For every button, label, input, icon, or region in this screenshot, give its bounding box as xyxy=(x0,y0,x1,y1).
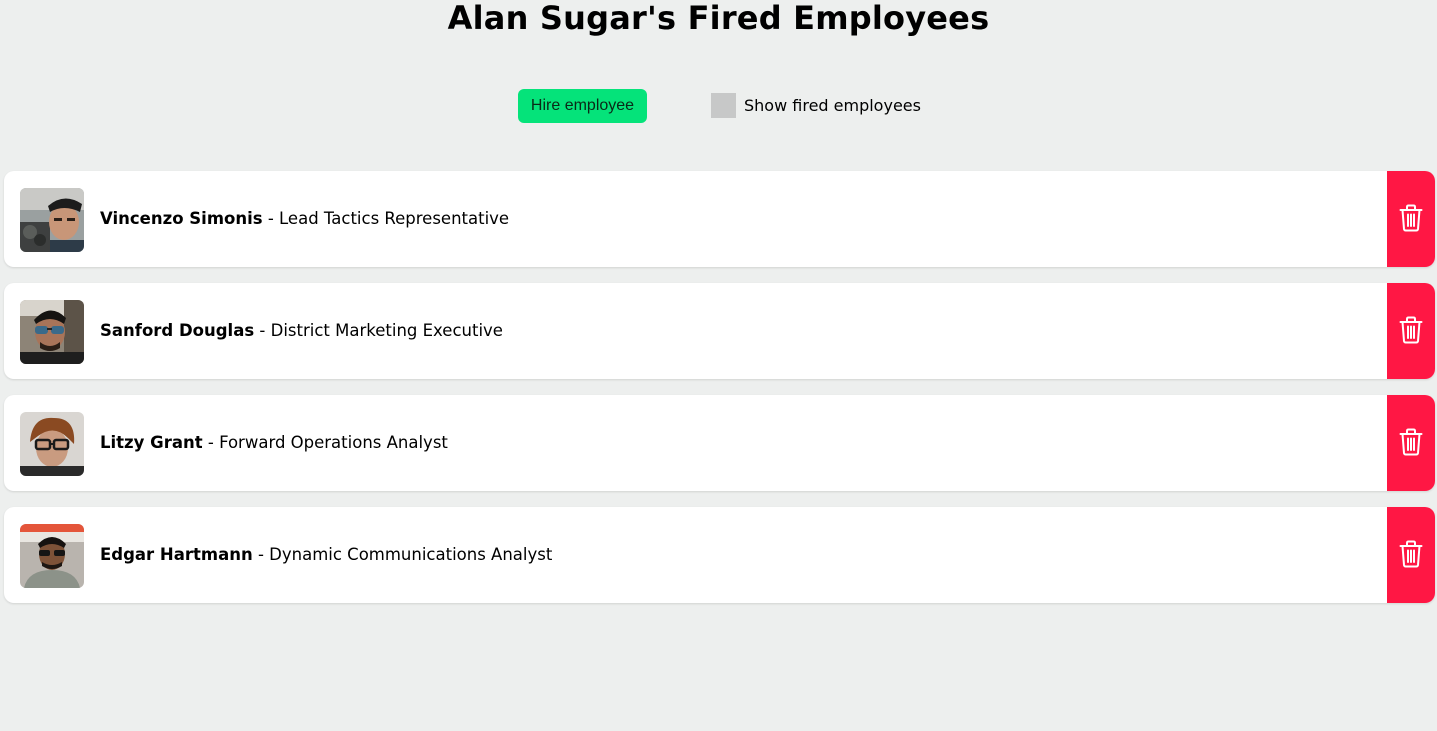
employee-info: Sanford Douglas - District Marketing Exe… xyxy=(100,321,503,341)
trash-icon xyxy=(1399,540,1423,571)
employee-avatar xyxy=(20,524,84,588)
employee-avatar xyxy=(20,300,84,364)
trash-icon xyxy=(1399,428,1423,459)
employee-separator: - xyxy=(262,209,280,228)
employee-info: Vincenzo Simonis - Lead Tactics Represen… xyxy=(100,209,509,229)
employee-job-title: Lead Tactics Representative xyxy=(279,209,510,228)
page-title: Alan Sugar's Fired Employees xyxy=(447,0,990,37)
delete-employee-button[interactable] xyxy=(1387,395,1435,491)
employee-name: Litzy Grant xyxy=(100,433,203,452)
employee-name: Vincenzo Simonis xyxy=(100,209,263,228)
trash-icon xyxy=(1399,316,1423,347)
employee-job-title: Dynamic Communications Analyst xyxy=(269,545,553,564)
employee-list: Vincenzo Simonis - Lead Tactics Represen… xyxy=(4,171,1435,619)
employee-info: Edgar Hartmann - Dynamic Communications … xyxy=(100,545,552,565)
show-fired-label: Show fired employees xyxy=(744,96,921,115)
hire-employee-button[interactable]: Hire employee xyxy=(518,89,647,123)
controls-bar: Hire employee Show fired employees xyxy=(0,89,1437,123)
employee-separator: - xyxy=(252,545,270,564)
show-fired-toggle[interactable]: Show fired employees xyxy=(711,93,921,118)
delete-employee-button[interactable] xyxy=(1387,171,1435,267)
employee-row: Vincenzo Simonis - Lead Tactics Represen… xyxy=(4,171,1435,267)
employee-avatar xyxy=(20,412,84,476)
delete-employee-button[interactable] xyxy=(1387,283,1435,379)
employee-name: Edgar Hartmann xyxy=(100,545,253,564)
delete-employee-button[interactable] xyxy=(1387,507,1435,603)
employee-row: Edgar Hartmann - Dynamic Communications … xyxy=(4,507,1435,603)
trash-icon xyxy=(1399,204,1423,235)
employee-job-title: Forward Operations Analyst xyxy=(219,433,448,452)
employee-separator: - xyxy=(254,321,271,340)
show-fired-checkbox[interactable] xyxy=(711,93,736,118)
employee-row: Litzy Grant - Forward Operations Analyst xyxy=(4,395,1435,491)
employee-avatar xyxy=(20,188,84,252)
employee-info: Litzy Grant - Forward Operations Analyst xyxy=(100,433,448,453)
employee-job-title: District Marketing Executive xyxy=(270,321,503,340)
employee-separator: - xyxy=(202,433,220,452)
employee-row: Sanford Douglas - District Marketing Exe… xyxy=(4,283,1435,379)
employee-name: Sanford Douglas xyxy=(100,321,255,340)
